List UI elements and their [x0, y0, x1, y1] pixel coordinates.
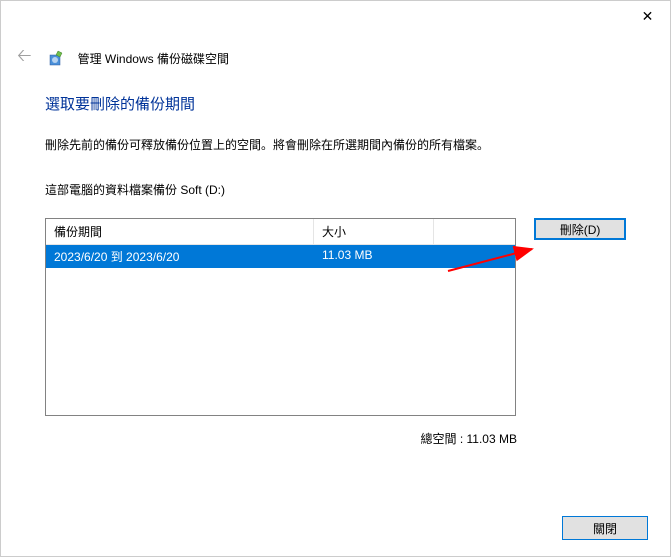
- backup-app-icon: [48, 49, 66, 67]
- page-heading: 選取要刪除的備份期間: [45, 93, 626, 114]
- main-row: 備份期間 大小 2023/6/20 到 2023/6/20 11.03 MB 刪…: [45, 218, 626, 416]
- cell-size: 11.03 MB: [314, 245, 434, 268]
- column-header-spacer: [434, 219, 515, 245]
- footer: 關閉: [562, 516, 648, 540]
- backup-location-text: 這部電腦的資料檔案備份 Soft (D:): [45, 181, 626, 198]
- header-title: 管理 Windows 備份磁碟空間: [78, 50, 229, 67]
- header: 🡠 管理 Windows 備份磁碟空間: [1, 31, 670, 93]
- column-header-size[interactable]: 大小: [314, 219, 434, 245]
- titlebar: ✕: [1, 1, 670, 31]
- content-area: 選取要刪除的備份期間 刪除先前的備份可釋放備份位置上的空間。將會刪除在所選期間內…: [1, 93, 670, 447]
- close-button[interactable]: 關閉: [562, 516, 648, 540]
- list-header: 備份期間 大小: [46, 219, 515, 245]
- column-header-period[interactable]: 備份期間: [46, 219, 314, 245]
- close-icon: ✕: [642, 8, 654, 25]
- window-close-button[interactable]: ✕: [625, 1, 670, 31]
- total-space-label: 總空間 : 11.03 MB: [45, 430, 517, 447]
- backup-period-list[interactable]: 備份期間 大小 2023/6/20 到 2023/6/20 11.03 MB: [45, 218, 516, 416]
- description-text: 刪除先前的備份可釋放備份位置上的空間。將會刪除在所選期間內備份的所有檔案。: [45, 136, 626, 153]
- list-row[interactable]: 2023/6/20 到 2023/6/20 11.03 MB: [46, 245, 515, 268]
- back-arrow-icon[interactable]: 🡠: [13, 41, 36, 75]
- cell-period: 2023/6/20 到 2023/6/20: [46, 245, 314, 268]
- delete-button[interactable]: 刪除(D): [534, 218, 626, 240]
